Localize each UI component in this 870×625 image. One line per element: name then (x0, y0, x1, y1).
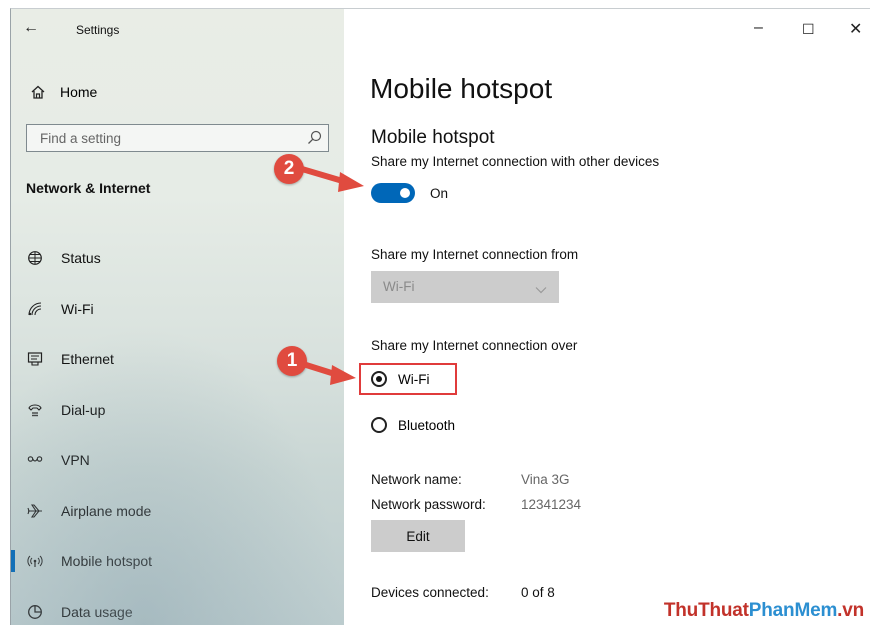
network-password-value: 12341234 (521, 497, 581, 512)
sidebar-item-label: Mobile hotspot (61, 553, 152, 569)
dialup-icon (26, 401, 44, 419)
maximize-icon[interactable]: ☐ (802, 21, 815, 38)
sidebar-item-home[interactable]: Home (26, 81, 97, 103)
sidebar-item-label: VPN (61, 452, 90, 468)
sidebar-item-label: Status (61, 250, 101, 266)
vpn-icon (26, 451, 44, 469)
sidebar-item-dialup[interactable]: Dial-up (11, 385, 344, 436)
share-over-label: Share my Internet connection over (371, 338, 577, 353)
home-icon (26, 84, 50, 100)
step-2-arrow-icon (298, 164, 370, 198)
radio-wifi[interactable]: Wi-Fi (371, 371, 429, 387)
chevron-down-icon (535, 281, 547, 299)
settings-window: ← Settings Home Find a setting Network &… (10, 8, 870, 625)
sidebar: ← Settings Home Find a setting Network &… (11, 9, 344, 625)
wifi-icon (26, 300, 44, 318)
hotspot-toggle[interactable] (371, 183, 415, 203)
back-arrow-icon[interactable]: ← (23, 19, 39, 37)
sidebar-item-label: Ethernet (61, 351, 114, 367)
sidebar-item-airplane-mode[interactable]: Airplane mode (11, 486, 344, 537)
sidebar-item-status[interactable]: Status (11, 233, 344, 284)
hotspot-icon (26, 552, 44, 570)
sidebar-section-title: Network & Internet (26, 180, 150, 196)
sidebar-nav: Status Wi-Fi Ethernet Dial-up (11, 233, 344, 625)
globe-icon (26, 249, 44, 267)
toggle-knob (400, 188, 410, 198)
sidebar-item-label: Data usage (61, 604, 133, 620)
toggle-state-label: On (430, 186, 448, 201)
sidebar-item-data-usage[interactable]: Data usage (11, 587, 344, 625)
sidebar-item-vpn[interactable]: VPN (11, 435, 344, 486)
page-title: Mobile hotspot (370, 73, 552, 105)
airplane-icon (26, 502, 44, 520)
radio-wifi-label: Wi-Fi (398, 372, 429, 387)
watermark-part3: .vn (837, 600, 864, 621)
window-title: Settings (76, 23, 119, 37)
ethernet-icon (26, 350, 44, 368)
share-connection-label: Share my Internet connection with other … (371, 154, 659, 169)
radio-button[interactable] (371, 371, 387, 387)
sidebar-item-label: Wi-Fi (61, 301, 94, 317)
sidebar-item-label: Dial-up (61, 402, 105, 418)
sidebar-home-label: Home (60, 84, 97, 100)
data-usage-icon (26, 603, 44, 621)
devices-connected-value: 0 of 8 (521, 585, 555, 600)
sidebar-item-wifi[interactable]: Wi-Fi (11, 284, 344, 335)
section-title: Mobile hotspot (371, 127, 495, 149)
watermark-part1: ThuThuat (664, 600, 749, 621)
search-icon[interactable] (307, 130, 322, 150)
radio-button[interactable] (371, 417, 387, 433)
network-name-label: Network name: (371, 472, 462, 487)
sidebar-item-label: Airplane mode (61, 503, 151, 519)
search-placeholder: Find a setting (40, 131, 121, 146)
devices-connected-label: Devices connected: (371, 585, 489, 600)
watermark-part2: PhanMem (749, 600, 837, 621)
close-icon[interactable]: ✕ (849, 19, 862, 39)
share-from-value: Wi-Fi (383, 279, 414, 294)
network-password-label: Network password: (371, 497, 486, 512)
network-name-value: Vina 3G (521, 472, 570, 487)
watermark: ThuThuatPhanMem.vn (664, 600, 864, 622)
share-from-dropdown[interactable]: Wi-Fi (371, 271, 559, 303)
sidebar-item-mobile-hotspot[interactable]: Mobile hotspot (11, 536, 344, 587)
edit-button[interactable]: Edit (371, 520, 465, 552)
minimize-icon[interactable]: – (754, 19, 763, 37)
search-input[interactable]: Find a setting (26, 124, 329, 152)
step-1-arrow-icon (300, 358, 362, 392)
radio-bluetooth-label: Bluetooth (398, 418, 455, 433)
radio-bluetooth[interactable]: Bluetooth (371, 417, 455, 433)
share-from-label: Share my Internet connection from (371, 247, 578, 262)
main-content: – ☐ ✕ Mobile hotspot Mobile hotspot Shar… (344, 9, 870, 625)
